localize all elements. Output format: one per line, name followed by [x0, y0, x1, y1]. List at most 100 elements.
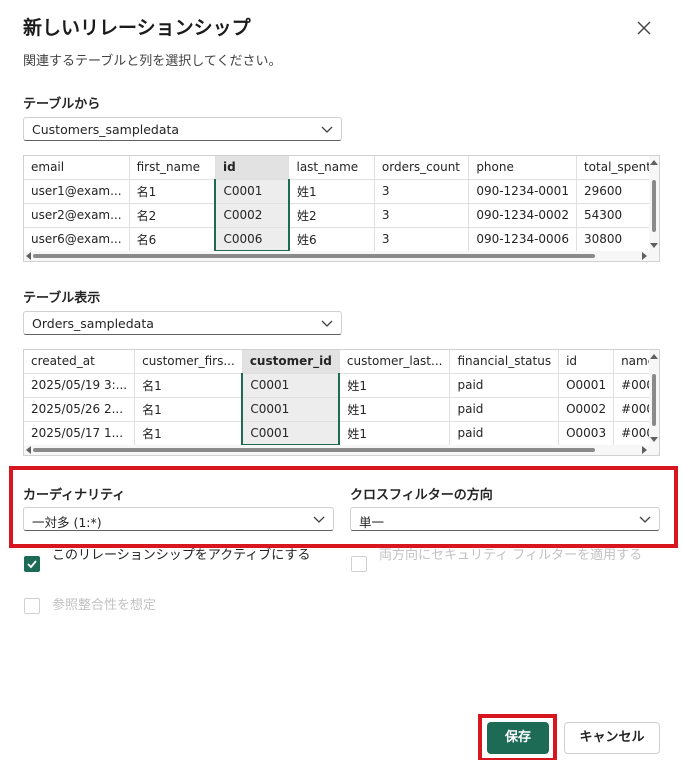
scroll-thumb[interactable] — [652, 374, 656, 426]
to-table-value: Orders_sampledata — [32, 316, 154, 331]
table-cell: 090-1234-0002 — [468, 203, 577, 228]
table-cell: 名2 — [129, 203, 216, 228]
active-checkbox[interactable] — [24, 556, 40, 572]
column-header[interactable]: created_at — [24, 350, 136, 374]
to-table-label: テーブル表示 — [23, 291, 101, 306]
table-cell-selected[interactable]: C0006 — [214, 227, 290, 252]
scroll-right-icon[interactable] — [642, 252, 647, 260]
column-header[interactable]: first_name — [129, 156, 216, 180]
table-cell: 54300 — [576, 203, 659, 228]
from-data-table: email first_name id last_name orders_cou… — [24, 156, 659, 252]
table-cell: 090-1234-0006 — [468, 227, 577, 252]
table-row: user1@exam... 名1 C0001 姓1 3 090-1234-000… — [24, 179, 659, 204]
scroll-left-icon[interactable] — [26, 252, 31, 260]
cancel-button[interactable]: キャンセル — [564, 722, 660, 754]
table-cell: 3 — [374, 203, 470, 228]
column-header[interactable]: orders_count — [374, 156, 470, 180]
table-cell: 姓2 — [288, 203, 375, 228]
active-checkbox-label[interactable]: このリレーションシップをアクティブにする — [52, 546, 332, 566]
referential-integrity-label: 参照整合性を想定 — [52, 598, 157, 613]
column-header-selected[interactable]: id — [215, 156, 290, 180]
table-row: 2025/05/26 2... 名1 C0001 姓1 paid O0002 #… — [24, 397, 659, 422]
table-cell: 姓1 — [288, 179, 375, 204]
from-table-dropdown[interactable]: Customers_sampledata — [23, 117, 342, 141]
column-header[interactable]: customer_last... — [339, 350, 451, 374]
table-cell: 2025/05/26 2... — [24, 397, 136, 422]
from-table-preview: email first_name id last_name orders_cou… — [23, 155, 660, 262]
table-cell: 名1 — [129, 179, 216, 204]
table-cell-selected[interactable]: C0002 — [214, 203, 290, 228]
from-table-label: テーブルから — [23, 97, 101, 112]
scroll-right-icon[interactable] — [642, 446, 647, 454]
table-row: 2025/05/19 3:... 名1 C0001 姓1 paid O0001 … — [24, 373, 659, 398]
to-table-dropdown[interactable]: Orders_sampledata — [23, 311, 342, 335]
table-cell: O0001 — [558, 373, 615, 398]
table-cell-selected[interactable]: C0001 — [214, 179, 290, 204]
table-cell-selected[interactable]: C0001 — [241, 373, 341, 398]
table-cell: 姓6 — [288, 227, 375, 252]
vertical-scrollbar[interactable] — [649, 350, 659, 446]
table-cell: 3 — [374, 179, 470, 204]
table-row: user6@exam... 名6 C0006 姓6 3 090-1234-000… — [24, 227, 659, 252]
table-cell: paid — [449, 373, 560, 398]
table-cell: user6@exam... — [24, 227, 130, 252]
scroll-left-icon[interactable] — [26, 446, 31, 454]
scroll-down-icon[interactable] — [650, 437, 658, 442]
checkmark-icon — [27, 560, 37, 569]
table-cell: 名6 — [129, 227, 216, 252]
scroll-up-icon[interactable] — [650, 354, 658, 359]
vertical-scrollbar[interactable] — [649, 156, 659, 252]
table-cell: O0002 — [558, 397, 615, 422]
close-icon — [637, 21, 651, 35]
scroll-down-icon[interactable] — [650, 243, 658, 248]
table-cell: 30800 — [576, 227, 659, 252]
table-cell: 姓1 — [339, 373, 451, 398]
table-row: 2025/05/17 1... 名1 C0001 姓1 paid O0003 #… — [24, 421, 659, 446]
table-cell: paid — [449, 421, 560, 446]
table-cell: 名1 — [134, 421, 243, 446]
table-cell: 名1 — [134, 397, 243, 422]
table-cell: user1@exam... — [24, 179, 130, 204]
column-header[interactable]: id — [558, 350, 615, 374]
dialog-subtitle: 関連するテーブルと列を選択してください。 — [23, 54, 282, 69]
table-cell: 2025/05/17 1... — [24, 421, 136, 446]
scroll-thumb[interactable] — [33, 254, 595, 258]
close-button[interactable] — [633, 17, 655, 39]
table-cell: 2025/05/19 3:... — [24, 373, 136, 398]
scroll-up-icon[interactable] — [650, 160, 658, 165]
horizontal-scrollbar[interactable] — [24, 251, 659, 261]
column-header[interactable]: last_name — [288, 156, 375, 180]
table-cell-selected[interactable]: C0001 — [241, 421, 341, 446]
table-cell: 3 — [374, 227, 470, 252]
chevron-down-icon — [321, 126, 333, 133]
column-header[interactable]: phone — [468, 156, 577, 180]
to-table-preview: created_at customer_firs... customer_id … — [23, 349, 660, 456]
column-header[interactable]: customer_firs... — [134, 350, 243, 374]
column-header[interactable]: total_spent — [576, 156, 659, 180]
table-cell: O0003 — [558, 421, 615, 446]
table-cell: 29600 — [576, 179, 659, 204]
highlight-box — [9, 466, 678, 548]
table-cell: 姓1 — [339, 421, 451, 446]
table-cell: paid — [449, 397, 560, 422]
security-filter-checkbox — [351, 556, 367, 572]
column-header-selected[interactable]: customer_id — [242, 350, 340, 374]
table-cell: 名1 — [134, 373, 243, 398]
save-button[interactable]: 保存 — [487, 722, 549, 754]
chevron-down-icon — [321, 320, 333, 327]
table-cell-selected[interactable]: C0001 — [241, 397, 341, 422]
to-data-table: created_at customer_firs... customer_id … — [24, 350, 659, 446]
scroll-thumb[interactable] — [652, 180, 656, 232]
table-cell: 姓1 — [339, 397, 451, 422]
horizontal-scrollbar[interactable] — [24, 445, 659, 455]
table-cell: user2@exam... — [24, 203, 130, 228]
table-cell: 090-1234-0001 — [468, 179, 577, 204]
scroll-thumb[interactable] — [33, 448, 595, 452]
column-header[interactable]: email — [24, 156, 130, 180]
dialog-title: 新しいリレーションシップ — [23, 17, 251, 39]
security-filter-label: 両方向にセキュリティ フィルターを適用する — [379, 548, 643, 563]
table-row: user2@exam... 名2 C0002 姓2 3 090-1234-000… — [24, 203, 659, 228]
referential-integrity-checkbox — [24, 598, 40, 614]
from-table-value: Customers_sampledata — [32, 122, 180, 137]
column-header[interactable]: financial_status — [449, 350, 560, 374]
